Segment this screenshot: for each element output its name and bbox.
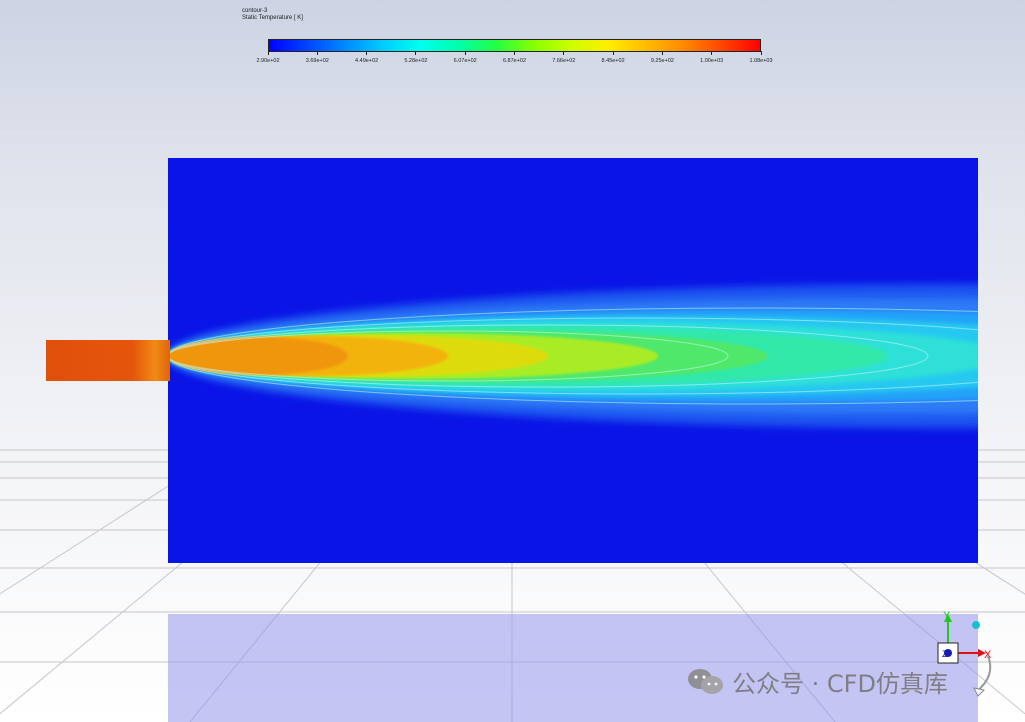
- colorbar-tick: [514, 51, 515, 55]
- colorbar-tick-label: 3.69e+02: [305, 58, 329, 64]
- watermark: 公众号 · CFD仿真库: [686, 664, 948, 703]
- colorbar-tick-label: 1.00e+03: [700, 58, 724, 64]
- colorbar-tick-label: 5.28e+02: [404, 58, 428, 64]
- variable-name: Static Temperature [ K]: [242, 15, 303, 21]
- watermark-text: 公众号 · CFD仿真库: [732, 670, 948, 698]
- x-axis-label: X: [984, 649, 992, 661]
- colorbar-tick-label: 1.08e+03: [749, 58, 773, 64]
- colorbar-tick: [760, 51, 762, 55]
- colorbar-tick: [661, 51, 663, 55]
- wechat-icon: [686, 667, 726, 703]
- colorbar-tick: [612, 51, 614, 55]
- contour-name: contour-3: [242, 8, 268, 14]
- colorbar-tick: [711, 51, 713, 55]
- colorbar-tick: [464, 51, 466, 55]
- colorbar-tick: [316, 51, 318, 55]
- colorbar-tick: [563, 51, 565, 55]
- colorbar-tick: [415, 51, 417, 55]
- rotate-arrow-icon[interactable]: [975, 655, 992, 693]
- colorbar-tick-label: 4.49e+02: [355, 58, 379, 64]
- temperature-plume: [168, 284, 978, 428]
- z-axis-label: Z: [942, 649, 948, 659]
- y-axis-label: Y: [943, 610, 951, 622]
- colorbar-tick-label: 2.90e+02: [256, 58, 280, 64]
- colorbar-tick-label: 9.25e+02: [650, 58, 674, 64]
- colorbar-tick: [366, 51, 368, 55]
- contour-domain[interactable]: [168, 158, 978, 563]
- graphics-viewport[interactable]: contour-3 Static Temperature [ K] 2.90e+…: [0, 0, 1025, 722]
- rotate-handle[interactable]: [972, 621, 980, 629]
- colorbar-tick-label: 7.66e+02: [552, 58, 576, 64]
- colorbar-tick-label: 6.87e+02: [502, 58, 527, 64]
- inlet-pipe[interactable]: [46, 340, 170, 381]
- rotate-arrowhead-icon: [973, 687, 986, 697]
- colorbar-tick-label: 6.07e+02: [453, 58, 477, 64]
- colorbar-tick: [267, 51, 269, 55]
- colorbar-tick-label: 8.45e+02: [601, 58, 625, 64]
